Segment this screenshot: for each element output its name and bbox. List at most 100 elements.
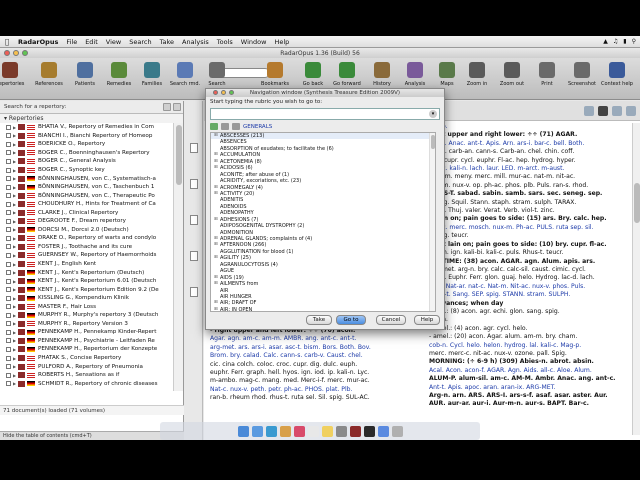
repertory-item[interactable]: ▶ BIANCHI I., Bianchi Repertory of Homeop [0,132,173,141]
menu-take[interactable]: Take [156,38,178,46]
repertory-checkbox[interactable] [6,346,11,352]
rubric-line[interactable]: Kali-c. merc. mosch. nux-m. Ph-ac. PULS.… [429,224,632,232]
toolbar-bookmarks-button[interactable]: Bookmarks [256,62,294,87]
rubric-row[interactable]: ⊞ AIR; IN OPEN [211,307,435,311]
settings-icon[interactable] [335,425,347,437]
volume-icon[interactable]: ♫ [613,38,618,45]
rubric-line[interactable]: graph. ign. kali-bi. kali-c. puls. Rhus-… [429,249,632,257]
repertory-item[interactable]: ▶ KENT J., Kent's Repertorium Edition 9.2… [0,285,173,294]
minimize-button[interactable] [221,90,226,95]
layout-icon[interactable] [612,105,622,116]
rubric-line[interactable]: Agar. agn. am-c. am-m. AMBR. ang. ant-c.… [210,335,424,343]
repertory-checkbox[interactable] [6,355,11,361]
repertory-scrollbar[interactable] [173,123,183,391]
menu-edit[interactable]: Edit [81,38,102,46]
chapter-icon[interactable] [232,123,240,130]
page-icon[interactable] [190,251,198,261]
repertory-item[interactable]: ▶ MURPHY R., Murphy's repertory 3 (Deutsc… [0,311,173,320]
repertory-checkbox[interactable] [6,270,11,276]
repertory-item[interactable]: ▶ PENNEKAMP H., Psychiatrie - Leitfaden R… [0,337,173,346]
view-options-icon[interactable] [173,103,181,111]
rubric-line[interactable]: ALUM-P. alum-sil. am-c. AM-M. Ambr. Anac… [429,375,632,383]
rubric-line[interactable]: teucr. Thuj. valer. Verat. Verb. viol-t.… [429,207,632,215]
toolbar-go-back-button[interactable]: Go back [294,62,332,87]
toolbar-help-button[interactable]: Context help [598,62,636,87]
rubric-line[interactable]: spong. teucr. [429,232,632,240]
repertory-checkbox[interactable] [6,338,11,344]
repertory-checkbox[interactable] [6,201,11,207]
rubric-line[interactable]: - Lain on; pain goes to side: (15) ars. … [429,215,632,223]
repertory-checkbox[interactable] [6,287,11,293]
rubric-line[interactable]: AUR. aur-ar. aur-i. Aur-m-n. aur-s. BAPT… [429,400,632,408]
grade-filter-icon[interactable] [584,105,594,116]
menu-app[interactable]: RadarOpus [14,38,62,46]
toolbar-repertory-button[interactable]: Repertories [0,62,29,87]
page-icon[interactable] [190,287,198,297]
hide-toc-button[interactable]: Hide the table of contents (cmd+T) [0,431,184,440]
rubric-line[interactable]: cic. cina colch. coloc. croc. cupr. dig.… [210,361,424,369]
repertory-checkbox[interactable] [6,218,11,224]
page-icon[interactable] [190,143,198,153]
repertory-item[interactable]: ▶ KENT J., Kent's Repertorium (Deutsch) [0,268,173,277]
repertory-item[interactable]: ▶ DRAKE O., Repertory of warts and condyl… [0,234,173,243]
repertory-checkbox[interactable] [6,329,11,335]
rubric-line[interactable]: merc. merc-c. nit-ac. nux-v. ozone. pall… [429,350,632,358]
scroll-thumb[interactable] [431,135,435,149]
repertory-checkbox[interactable] [6,176,11,182]
path-generals[interactable]: GENERALS [243,124,272,130]
repertory-checkbox[interactable] [6,133,11,139]
rubric-line[interactable]: cob-n. Cycl. helo. helon. hydrog. lal. k… [429,342,632,350]
options-icon[interactable] [626,105,636,116]
rubric-line[interactable]: Ant-t. Apis. apoc. aran. aran-ix. ARG-ME… [429,384,632,392]
toolbar-print-button[interactable]: Print [528,62,566,87]
rubric-line[interactable]: stann. [429,316,632,324]
rubric-line[interactable]: nux-m. nux-v. op. ph-ac. phos. plb. Puls… [429,182,632,190]
repertory-checkbox[interactable] [6,364,11,370]
repertory-item[interactable]: ▶ KISSLING G., Kompendium Klinik [0,294,173,303]
rubric-line[interactable]: - amel.: (20) acon. Agar. alum. am-m. br… [429,333,632,341]
repertory-tree-header[interactable]: ▾ Repertories [0,114,183,123]
rubric-line[interactable]: arg-met. ars. ars-i. asar. asc-t. bism. … [210,344,424,352]
repertory-item[interactable]: ▶ BOERICKE O., Repertory [0,140,173,149]
repertory-checkbox[interactable] [6,158,11,164]
menu-view[interactable]: View [102,38,125,46]
rubric-line[interactable]: ran-b. rheum rhod. rhus-t. ruta sel. Sil… [210,394,424,402]
scroll-thumb[interactable] [176,125,182,185]
rubric-line[interactable]: DAYTIME: (38) acon. AGAR. agn. Alum. api… [429,258,632,266]
rubric-line[interactable]: spong. Squil. Stann. staph. stram. sulph… [429,199,632,207]
repertory-checkbox[interactable] [6,235,11,241]
repertory-item[interactable]: ▶ PHATAK S., Concise Repertory [0,354,173,363]
repertory-checkbox[interactable] [6,312,11,318]
repertory-item[interactable]: ▶ BÖNNINGHAUSEN, von C., Therapeutic Po [0,191,173,200]
close-button[interactable] [213,90,218,95]
toolbar-go-forward-button[interactable]: Go forward [328,62,366,87]
repertory-item[interactable]: ▶ PENNEKAMP H., Repertorium der Konzepte [0,345,173,354]
repertory-item[interactable]: ▶ CLARKE J., Clinical Repertory [0,208,173,217]
repertory-checkbox[interactable] [6,304,11,310]
rubric-line[interactable]: MORNING: (÷ 6-9 h) (309) Abies-n. abrot.… [429,358,632,366]
radaropus-icon[interactable] [349,425,361,437]
rubric-line[interactable]: Med. Nat-ar. nat-c. Nat-m. Nit-ac. nux-v… [429,283,632,291]
take-button[interactable]: Take [306,315,332,325]
rubric-line[interactable]: viol-o. [429,123,632,131]
book-icon[interactable] [221,123,229,130]
repertory-checkbox[interactable] [6,124,11,130]
folder-icon[interactable] [377,425,389,437]
rubric-input[interactable]: ▾ [210,108,440,120]
help-button[interactable]: Help [414,315,440,325]
rubric-line[interactable]: Alum. Anac. ant-t. Apis. Arn. ars-i. bar… [429,140,632,148]
repertory-item[interactable]: ▶ GUERNSEY W., Repertory of Haemorrhoids [0,251,173,260]
battery-icon[interactable]: ▮ [623,38,626,45]
repertory-item[interactable]: ▶ BOGER C., General Analysis [0,157,173,166]
rubric-line[interactable]: brom. carb-an. cann-s. Carb-an. chel. ch… [429,148,632,156]
rubric-line[interactable]: Kali-c. kali-n. lach. laur. LED. m-arct.… [429,165,632,173]
repertory-item[interactable]: ▶ PENNEKAMP H., Pennekamp Kinder-Repert [0,328,173,337]
rubric-line[interactable]: mag-m. meny. merc. mill. mur-ac. nat-m. … [429,173,632,181]
chevron-down-icon[interactable]: ▾ [429,110,437,118]
repertory-item[interactable]: ▶ KENT J., Kent's Repertorium 6.01 (Deuts… [0,277,173,286]
menu-window[interactable]: Window [237,38,271,46]
play-icon[interactable] [598,105,608,116]
refresh-icon[interactable] [210,123,218,130]
repertory-item[interactable]: ▶ SCHMIDT R., Repertory of chronic diseas… [0,379,173,388]
trash-icon[interactable] [391,425,403,437]
